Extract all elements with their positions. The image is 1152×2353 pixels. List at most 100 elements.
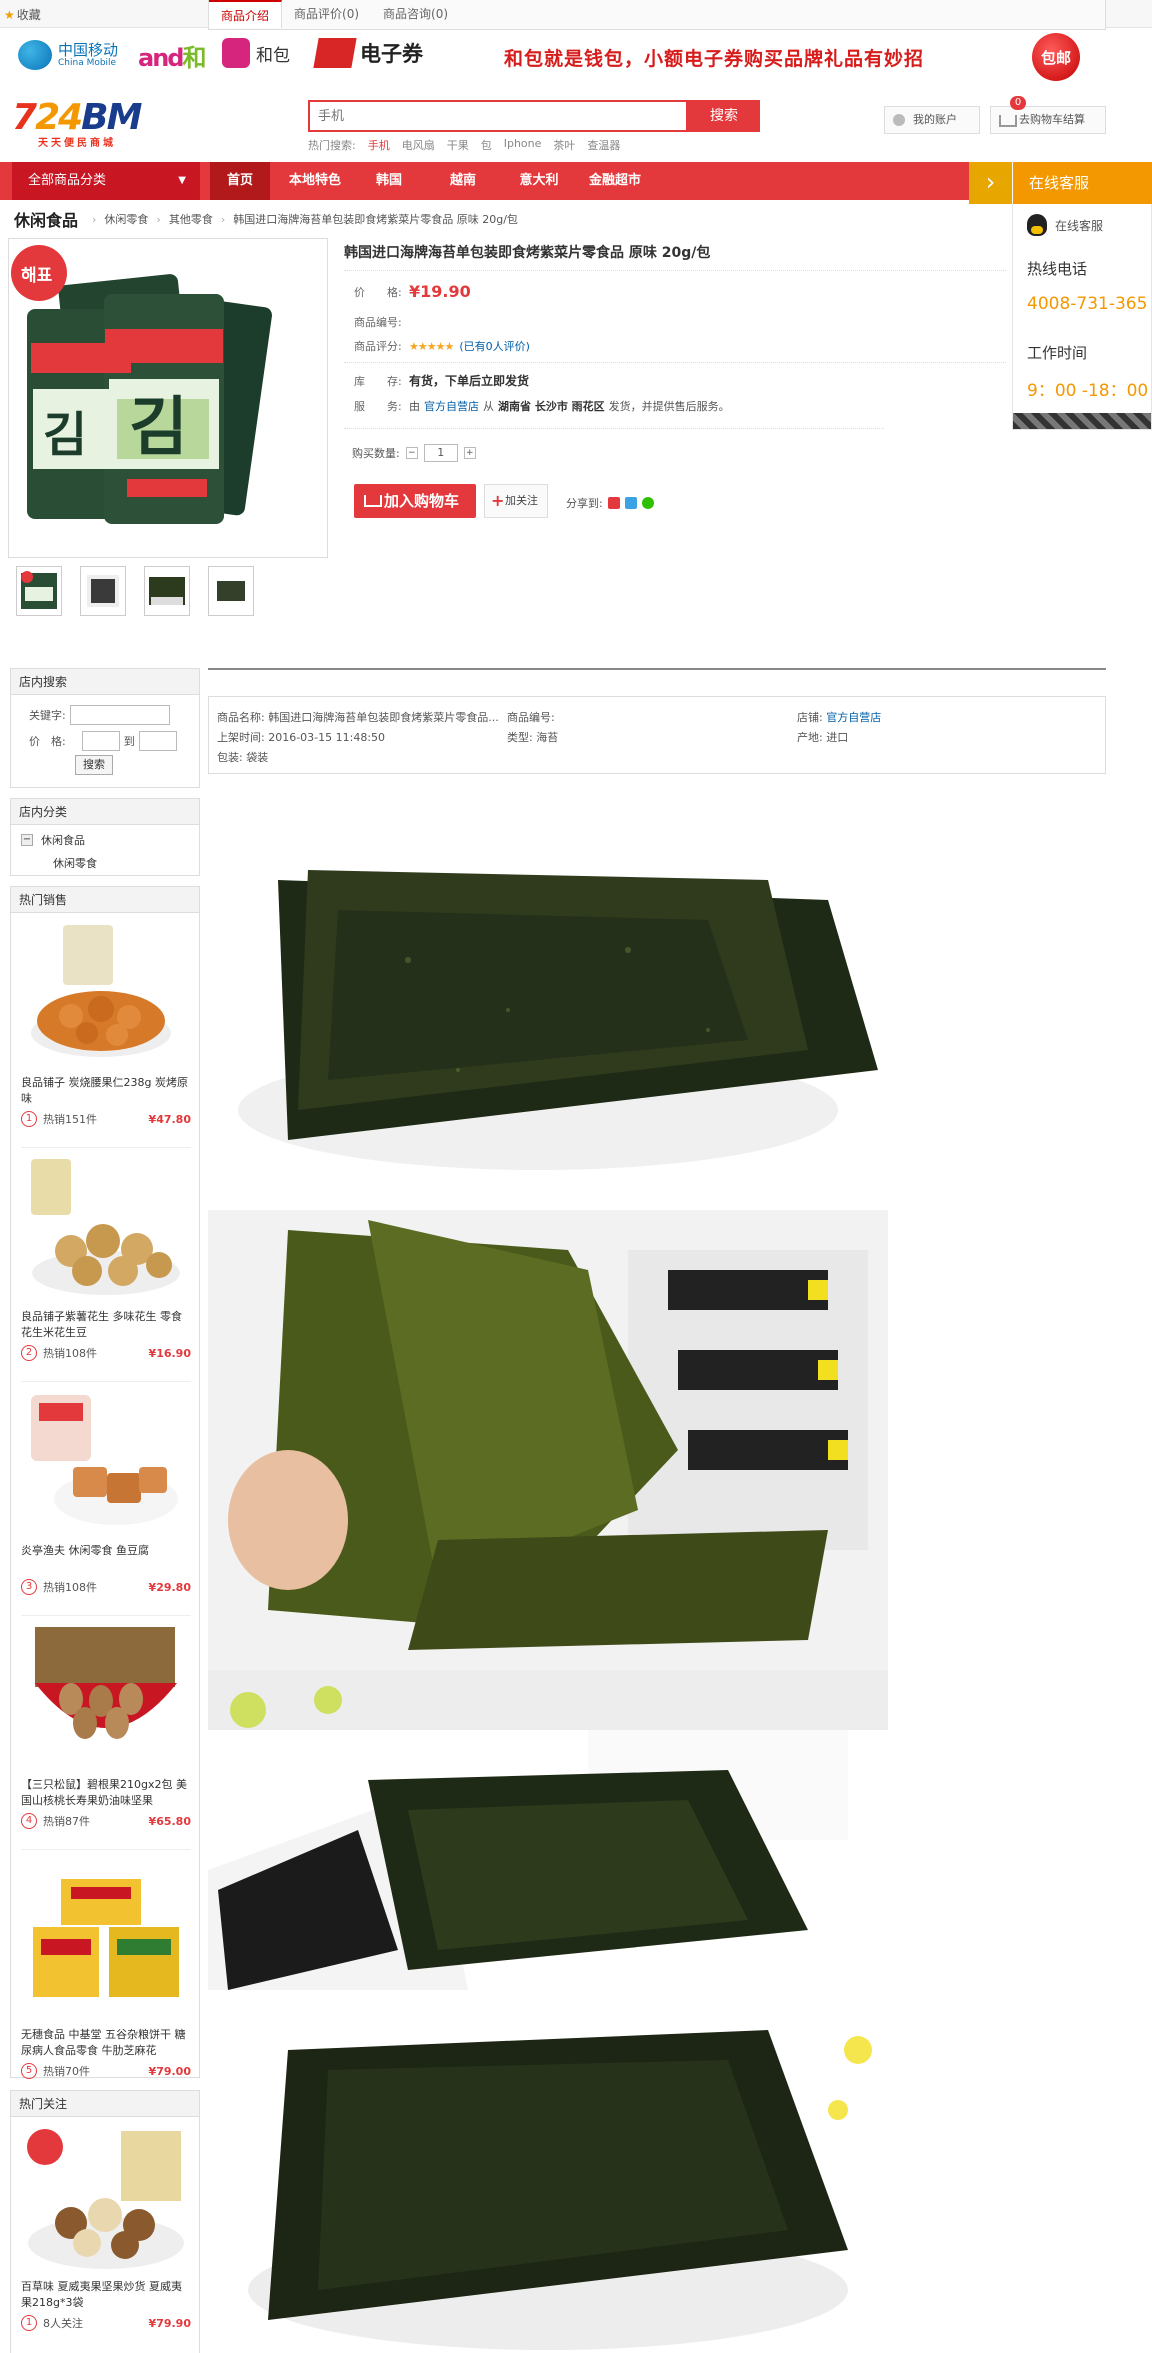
collapse-icon[interactable]: − <box>21 834 33 846</box>
quantity-input[interactable]: 1 <box>423 444 458 462</box>
hot-search-term[interactable]: 包 <box>481 137 492 153</box>
product-price: ¥16.90 <box>148 1346 191 1360</box>
nav-item-finance[interactable]: 金融超市 <box>580 162 650 200</box>
my-account-button[interactable]: 我的账户 <box>884 106 980 134</box>
product-name[interactable]: 无穗食品 中基堂 五谷杂粮饼干 糖尿病人食品零食 牛肋芝麻花 <box>21 2027 191 2059</box>
product-price: ¥79.90 <box>148 2316 191 2330</box>
free-shipping-badge: 包邮 <box>1032 33 1080 81</box>
rank-badge: 4 <box>21 1813 37 1829</box>
hot-search-term[interactable]: 电风扇 <box>402 137 435 153</box>
hot-follow-title: 热门关注 <box>11 2091 199 2117</box>
hot-search-term[interactable]: 干果 <box>447 137 469 153</box>
rank-badge: 5 <box>21 2063 37 2079</box>
breadcrumb-item[interactable]: 休闲零食 <box>104 211 148 227</box>
hebao-icon <box>222 38 250 68</box>
logo-part-a: 7 <box>12 97 37 138</box>
store-category-box: 店内分类 − 休闲食品 休闲零食 <box>10 798 200 876</box>
product-thumbnail[interactable] <box>21 1389 191 1539</box>
thumbnail[interactable] <box>208 566 254 616</box>
list-item[interactable]: 无穗食品 中基堂 五谷杂粮饼干 糖尿病人食品零食 牛肋芝麻花 5 热销70件 ¥79… <box>21 1873 191 2079</box>
breadcrumb-item[interactable]: 休闲食品 <box>14 207 78 231</box>
add-to-cart-button[interactable]: 加入购物车 <box>354 484 476 518</box>
list-item[interactable]: 炎亭渔夫 休闲零食 鱼豆腐 3 热销108件 ¥29.80 <box>21 1389 191 1595</box>
all-categories-menu[interactable]: 全部商品分类 ▼ <box>12 162 200 200</box>
thumbnail[interactable] <box>80 566 126 616</box>
category-child[interactable]: 休闲零食 <box>53 855 97 871</box>
spec-shop-link[interactable]: 官方自营店 <box>826 711 881 724</box>
thumbnail[interactable] <box>16 566 62 616</box>
nav-item-local[interactable]: 本地特色 <box>276 162 354 200</box>
product-name[interactable]: 【三只松鼠】碧根果210gx2包 美国山核桃长寿果奶油味坚果 <box>21 1777 191 1809</box>
pack-lettering: 김 <box>43 407 87 463</box>
product-thumbnail[interactable] <box>21 2125 191 2275</box>
list-item[interactable]: 百草味 夏威夷果坚果炒货 夏威夷果218g*3袋 1 8人关注 ¥79.90 <box>21 2125 191 2331</box>
nav-item-vietnam[interactable]: 越南 <box>434 162 492 200</box>
follow-count: 8人关注 <box>43 2317 83 2330</box>
product-main-image[interactable]: 해표 김 김 <box>8 238 328 558</box>
nav-item-italy[interactable]: 意大利 <box>506 162 572 200</box>
product-name[interactable]: 百草味 夏威夷果坚果炒货 夏威夷果218g*3袋 <box>21 2279 191 2311</box>
product-name[interactable]: 良品铺子紫薯花生 多味花生 零食花生米花生豆 <box>21 1309 191 1341</box>
follow-button[interactable]: 加关注 <box>484 484 548 518</box>
store-search-button[interactable]: 搜索 <box>75 755 113 775</box>
service-shop-link[interactable]: 官方自营店 <box>424 398 479 414</box>
e-coupon-logo: 电子券 <box>313 38 423 68</box>
site-logo[interactable]: 724BM <box>12 97 142 138</box>
qq-service-link[interactable]: 在线客服 <box>1027 214 1103 236</box>
spec-type: 海苔 <box>536 731 559 744</box>
thumbnail[interactable] <box>144 566 190 616</box>
chevron-right-icon[interactable]: › <box>969 162 1013 204</box>
hot-search-term[interactable]: 手机 <box>368 137 390 153</box>
hot-search-term[interactable]: 查温器 <box>587 137 620 153</box>
qq-service-label: 在线客服 <box>1055 218 1104 233</box>
breadcrumb-item[interactable]: 其他零食 <box>169 211 213 227</box>
service-mid: 从 <box>483 400 494 413</box>
price-min-input[interactable] <box>81 731 120 751</box>
logo-subtitle: 天天便民商城 <box>38 138 116 149</box>
search-input[interactable] <box>308 100 688 132</box>
sold-count: 热销108件 <box>43 1347 97 1360</box>
hot-search-term[interactable]: Iphone <box>504 137 542 153</box>
product-name[interactable]: 良品铺子 炭烧腰果仁238g 炭烤原味 <box>21 1075 191 1107</box>
minus-icon[interactable]: − <box>405 447 418 459</box>
hours-value: 9：00 -18：00 <box>1027 381 1149 401</box>
list-item[interactable]: 【三只松鼠】碧根果210gx2包 美国山核桃长寿果奶油味坚果 4 热销87件 ¥65… <box>21 1623 191 1829</box>
plus-icon[interactable]: + <box>463 447 476 459</box>
product-info: 价 格: ¥19.90 商品编号: 商品评分: ★★★★★ (已有0人评价) 库 存:… <box>344 270 1006 430</box>
cart-checkout-button[interactable]: 去购物车结算 <box>990 106 1106 134</box>
and-he-a: and <box>138 44 184 72</box>
product-thumbnail[interactable] <box>21 921 191 1071</box>
list-item[interactable]: 良品铺子 炭烧腰果仁238g 炭烤原味 1 热销151件 ¥47.80 <box>21 921 191 1127</box>
promo-banner[interactable]: 中国移动 China Mobile and和 和包 电子券 和包就是钱包，小额电… <box>0 30 1152 82</box>
tab-consult[interactable]: 商品咨询(0) <box>371 0 460 28</box>
logo-part-b: 24 <box>35 97 83 138</box>
weibo-icon[interactable] <box>607 497 620 509</box>
keyword-input[interactable] <box>69 705 170 725</box>
category-parent[interactable]: 休闲食品 <box>41 832 85 848</box>
price-max-input[interactable] <box>138 731 177 751</box>
product-thumbnail[interactable] <box>21 1155 191 1305</box>
share-label: 分享到: <box>566 497 603 510</box>
online-service-header[interactable]: › 在线客服 <box>969 162 1152 204</box>
wechat-icon[interactable] <box>641 497 654 509</box>
product-name[interactable]: 炎亭渔夫 休闲零食 鱼豆腐 <box>21 1543 191 1575</box>
tab-intro[interactable]: 商品介绍 <box>209 0 283 28</box>
service-label: 服 务: <box>354 400 402 413</box>
product-thumbnail[interactable] <box>21 1623 191 1773</box>
quantity-stepper: 购买数量: − 1 + <box>352 444 476 462</box>
favorite-link[interactable]: ★ 收藏 <box>4 6 41 23</box>
nav-item-korea[interactable]: 韩国 <box>360 162 418 200</box>
promo-slogan: 和包就是钱包，小额电子券购买品牌礼品有妙招 <box>504 48 925 70</box>
list-item[interactable]: 良品铺子紫薯花生 多味花生 零食花生米花生豆 2 热销108件 ¥16.90 <box>21 1155 191 1361</box>
hot-search-term[interactable]: 茶叶 <box>553 137 575 153</box>
rating-count-link[interactable]: (已有0人评价) <box>459 338 530 354</box>
breadcrumb-separator-icon: › <box>92 212 97 226</box>
qzone-icon[interactable] <box>624 497 637 509</box>
hot-follow-box: 热门关注 百草味 夏威夷果坚果炒货 夏威夷果218g*3袋 1 8人关注 ¥79.9… <box>10 2090 200 2353</box>
product-thumbnail[interactable] <box>21 1873 191 2023</box>
tab-reviews[interactable]: 商品评价(0) <box>282 0 371 28</box>
nav-item-home[interactable]: 首页 <box>210 162 270 200</box>
search-button[interactable]: 搜索 <box>688 100 760 132</box>
hebao-text: 和包 <box>256 45 290 66</box>
product-price: ¥29.80 <box>148 1580 191 1594</box>
